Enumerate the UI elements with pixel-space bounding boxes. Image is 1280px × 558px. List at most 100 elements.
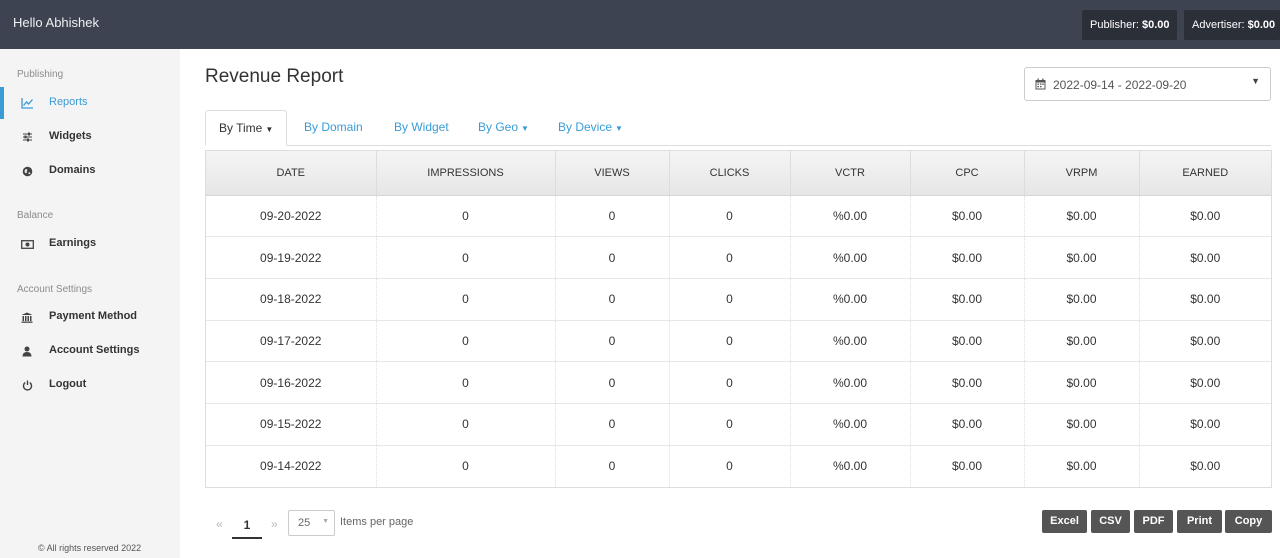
globe-icon (20, 164, 34, 178)
tab-by-geo[interactable]: By Geo ▼ (478, 110, 529, 146)
cell-clicks: 0 (669, 403, 791, 446)
pager-prev-button[interactable]: « (216, 517, 223, 531)
table-row: 09-17-2022 0 0 0 %0.00 $0.00 $0.00 $0.00 (206, 320, 1271, 363)
column-header-date[interactable]: DATE (206, 151, 377, 196)
cell-date: 09-18-2022 (206, 278, 377, 321)
cell-clicks: 0 (669, 361, 791, 404)
user-icon (20, 344, 34, 358)
publisher-balance[interactable]: Publisher: $0.00 (1082, 10, 1177, 40)
user-greeting: Hello Abhishek (13, 15, 99, 30)
cell-views: 0 (555, 361, 670, 404)
export-excel-button[interactable]: Excel (1042, 510, 1087, 533)
caret-down-icon: ▼ (265, 125, 274, 134)
cell-clicks: 0 (669, 320, 791, 363)
sidebar-item-label: Logout (49, 378, 87, 390)
tab-by-widget[interactable]: By Widget (394, 110, 449, 146)
sidebar-item-label: Reports (49, 96, 88, 108)
date-range-picker[interactable]: 2022-09-14 - 2022-09-20 ▼ (1024, 67, 1271, 101)
export-pdf-button[interactable]: PDF (1134, 510, 1173, 533)
cell-vrpm: $0.00 (1024, 320, 1140, 363)
sidebar-item-label: Account Settings (49, 344, 140, 356)
pager-page-current[interactable]: 1 (232, 515, 262, 539)
tab-label: By Widget (394, 120, 449, 134)
column-header-vctr[interactable]: VCTR (790, 151, 911, 196)
table-row: 09-18-2022 0 0 0 %0.00 $0.00 $0.00 $0.00 (206, 278, 1271, 321)
cell-clicks: 0 (669, 278, 791, 321)
cell-views: 0 (555, 403, 670, 446)
sidebar-item-account-settings[interactable]: Account Settings (0, 335, 180, 367)
cell-vrpm: $0.00 (1024, 403, 1140, 446)
column-header-vrpm[interactable]: VRPM (1024, 151, 1140, 196)
bank-icon (20, 310, 34, 324)
cell-impressions: 0 (376, 403, 556, 446)
cell-cpc: $0.00 (910, 361, 1025, 404)
advertiser-balance[interactable]: Advertiser: $0.00 (1184, 10, 1280, 40)
tab-label: By Domain (304, 120, 363, 134)
cell-earned: $0.00 (1139, 361, 1271, 404)
cell-vctr: %0.00 (790, 403, 911, 446)
column-header-cpc[interactable]: CPC (910, 151, 1025, 196)
top-bar: Hello Abhishek Publisher: $0.00 Advertis… (0, 0, 1280, 49)
active-indicator (0, 87, 4, 119)
section-label-account: Account Settings (17, 284, 93, 295)
sidebar-item-earnings[interactable]: Earnings (0, 228, 180, 260)
cell-vctr: %0.00 (790, 278, 911, 321)
cell-cpc: $0.00 (910, 195, 1025, 238)
column-header-earned[interactable]: EARNED (1139, 151, 1271, 196)
advertiser-balance-label: Advertiser: (1192, 19, 1245, 31)
section-label-publishing: Publishing (17, 69, 64, 80)
table-row: 09-16-2022 0 0 0 %0.00 $0.00 $0.00 $0.00 (206, 361, 1271, 404)
section-label-balance: Balance (17, 210, 54, 221)
cell-earned: $0.00 (1139, 236, 1271, 279)
power-icon (20, 378, 34, 392)
cell-impressions: 0 (376, 236, 556, 279)
sidebar-item-logout[interactable]: Logout (0, 369, 180, 401)
cell-views: 0 (555, 236, 670, 279)
export-csv-button[interactable]: CSV (1091, 510, 1130, 533)
cell-vrpm: $0.00 (1024, 195, 1140, 238)
page-title: Revenue Report (205, 66, 344, 87)
sidebar-item-domains[interactable]: Domains (0, 155, 180, 187)
cell-views: 0 (555, 278, 670, 321)
cell-impressions: 0 (376, 320, 556, 363)
cell-vrpm: $0.00 (1024, 236, 1140, 279)
cell-vrpm: $0.00 (1024, 445, 1140, 487)
line-chart-icon (20, 96, 34, 110)
column-header-impressions[interactable]: IMPRESSIONS (376, 151, 556, 196)
caret-down-icon: ▼ (322, 518, 329, 525)
cell-cpc: $0.00 (910, 320, 1025, 363)
cell-cpc: $0.00 (910, 445, 1025, 487)
page-size-select[interactable]: 25 ▼ (288, 510, 335, 536)
sidebar-item-reports[interactable]: Reports (0, 87, 180, 119)
cell-impressions: 0 (376, 361, 556, 404)
export-print-button[interactable]: Print (1177, 510, 1222, 533)
export-copy-button[interactable]: Copy (1225, 510, 1272, 533)
cell-vrpm: $0.00 (1024, 361, 1140, 404)
table-row: 09-19-2022 0 0 0 %0.00 $0.00 $0.00 $0.00 (206, 236, 1271, 279)
sidebar: Publishing Reports Widgets Domains Balan… (0, 49, 180, 558)
publisher-balance-value: $0.00 (1141, 19, 1170, 31)
cell-vctr: %0.00 (790, 320, 911, 363)
sidebar-item-label: Payment Method (49, 310, 138, 322)
tab-label: By Geo (478, 120, 519, 134)
cell-impressions: 0 (376, 278, 556, 321)
cell-earned: $0.00 (1139, 320, 1271, 363)
sidebar-item-payment-method[interactable]: Payment Method (0, 301, 180, 333)
cell-date: 09-17-2022 (206, 320, 377, 363)
sidebar-item-label: Domains (49, 164, 96, 176)
tab-by-time[interactable]: By Time ▼ (205, 110, 288, 146)
tab-label: By Time (219, 121, 263, 135)
date-range-value: 2022-09-14 - 2022-09-20 (1053, 78, 1187, 92)
caret-down-icon: ▼ (521, 124, 529, 133)
cell-clicks: 0 (669, 445, 791, 487)
publisher-balance-label: Publisher: (1090, 19, 1139, 31)
tab-by-domain[interactable]: By Domain (304, 110, 363, 146)
tab-by-device[interactable]: By Device ▼ (558, 110, 623, 146)
cell-clicks: 0 (669, 236, 791, 279)
cell-date: 09-15-2022 (206, 403, 377, 446)
sidebar-item-widgets[interactable]: Widgets (0, 121, 180, 153)
column-header-clicks[interactable]: CLICKS (669, 151, 791, 196)
column-header-views[interactable]: VIEWS (555, 151, 670, 196)
pager-next-button[interactable]: » (271, 517, 278, 531)
advertiser-balance-value: $0.00 (1247, 19, 1276, 31)
